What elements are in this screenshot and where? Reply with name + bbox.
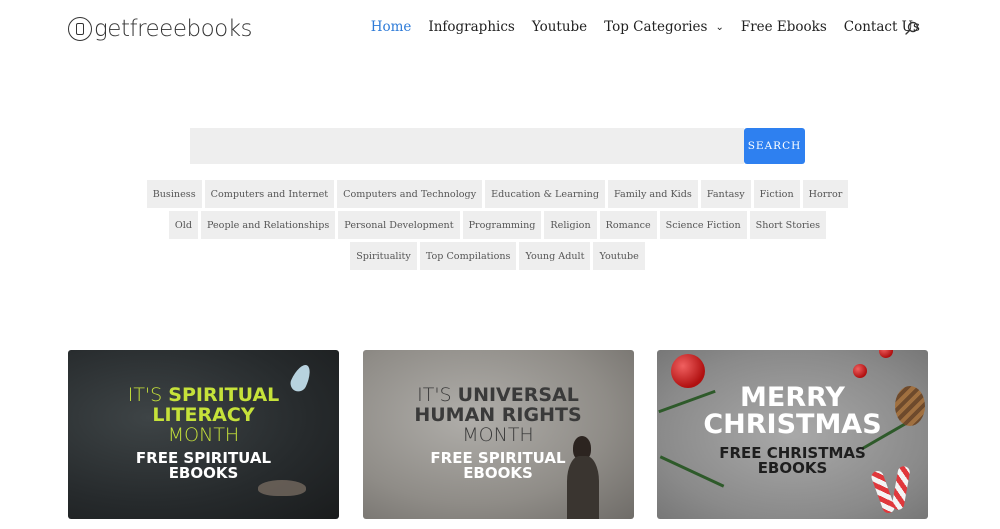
search-button[interactable]: SEARCH <box>744 128 805 164</box>
category-tag[interactable]: Fiction <box>753 180 800 208</box>
book-icon <box>68 17 92 41</box>
card-text-part: EBOOKS <box>757 459 828 477</box>
ornament-image <box>853 364 867 378</box>
tag-row: Spirituality Top Compilations Young Adult Y… <box>350 242 645 270</box>
nav-item-label: Youtube <box>531 19 588 35</box>
site-logo[interactable]: getfreeebooks <box>68 16 253 42</box>
site-header: getfreeebooks Home Infographics Youtube … <box>0 0 1000 58</box>
nav-item-label: Home <box>370 19 412 35</box>
card-text-part: EBOOKS <box>168 464 239 482</box>
main-nav: Home Infographics Youtube Top Categories… <box>354 19 920 35</box>
category-tag[interactable]: Computers and Technology <box>337 180 483 208</box>
card-text-part: EBOOKS <box>463 464 533 482</box>
category-tag[interactable]: Religion <box>544 211 597 239</box>
nav-item-label: Infographics <box>428 19 515 35</box>
card-text-line: HUMAN RIGHTS <box>363 406 634 425</box>
card-merry-christmas[interactable]: MERRY CHRISTMAS FREE CHRISTMAS EBOOKS <box>657 350 928 519</box>
card-universal-human-rights-month[interactable]: IT'S UNIVERSAL HUMAN RIGHTS MONTH FREE SPIR… <box>362 350 634 519</box>
card-text-line: EBOOKS <box>657 461 928 476</box>
category-tag[interactable]: Programming <box>462 211 542 239</box>
category-tag[interactable]: Young Adult <box>519 242 591 270</box>
search-form: SEARCH <box>190 128 805 164</box>
ornament-image <box>879 350 893 358</box>
card-text-line: MONTH <box>68 426 339 445</box>
card-spiritual-literacy-month[interactable]: IT'S SPIRITUAL LITERACY MONTH FREE SPIRITUA… <box>68 350 339 519</box>
category-tag[interactable]: Spirituality <box>350 242 417 270</box>
card-text-part: LITERACY <box>152 404 255 426</box>
card-text-line: IT'S SPIRITUAL <box>68 386 339 405</box>
category-tag[interactable]: Family and Kids <box>607 180 698 208</box>
ornament-image <box>671 354 705 388</box>
card-text-part: SPIRITUAL <box>168 384 280 406</box>
nav-item-label: Top Categories <box>604 19 708 35</box>
category-tag[interactable]: Old <box>168 211 198 239</box>
card-banner-text: IT'S UNIVERSAL HUMAN RIGHTS MONTH FREE SPIR… <box>363 386 634 481</box>
logo-text: getfreeebooks <box>94 16 253 42</box>
category-tag[interactable]: Business <box>146 180 202 208</box>
category-tag[interactable]: Horror <box>802 180 849 208</box>
category-tag[interactable]: Personal Development <box>338 211 460 239</box>
category-tag[interactable]: Education & Learning <box>485 180 605 208</box>
nav-item-label: Free Ebooks <box>740 19 827 35</box>
hand-image <box>258 480 306 496</box>
card-text-line: IT'S UNIVERSAL <box>363 386 634 405</box>
card-banner-text: IT'S SPIRITUAL LITERACY MONTH FREE SPIRITUA… <box>68 386 339 481</box>
candy-cane-image <box>869 469 897 515</box>
nav-item-free-ebooks[interactable]: Free Ebooks <box>741 19 827 35</box>
tag-row: Old People and Relationships Personal Deve… <box>168 211 827 239</box>
nav-item-infographics[interactable]: Infographics <box>428 19 514 35</box>
category-tag[interactable]: Romance <box>599 211 657 239</box>
tag-row: Business Computers and Internet Computers … <box>146 180 849 208</box>
featured-cards: IT'S SPIRITUAL LITERACY MONTH FREE SPIRITUA… <box>68 350 928 519</box>
chevron-down-icon: ⌄ <box>715 21 724 33</box>
search-input[interactable] <box>190 128 744 164</box>
card-text-line: LITERACY <box>68 406 339 425</box>
card-text-part: HUMAN RIGHTS <box>414 404 582 426</box>
card-banner-text: MERRY CHRISTMAS FREE CHRISTMAS EBOOKS <box>657 384 928 476</box>
nav-item-youtube[interactable]: Youtube <box>532 19 587 35</box>
card-text-part: MONTH <box>167 424 240 446</box>
card-text-line: EBOOKS <box>363 466 634 481</box>
category-tag[interactable]: Fantasy <box>700 180 751 208</box>
nav-item-home[interactable]: Home <box>371 19 412 35</box>
search-icon[interactable] <box>905 21 919 35</box>
category-tag[interactable]: Top Compilations <box>419 242 517 270</box>
card-text-part: IT'S <box>127 384 169 406</box>
nav-item-top-categories[interactable]: Top Categories ⌄ <box>604 19 724 35</box>
category-tag[interactable]: Youtube <box>593 242 645 270</box>
card-text-part: CHRISTMAS <box>703 409 882 440</box>
category-tags: Business Computers and Internet Computers … <box>146 180 849 270</box>
category-tag[interactable]: Science Fiction <box>659 211 747 239</box>
card-text-line: EBOOKS <box>68 466 339 481</box>
card-text-line: MONTH <box>363 426 634 445</box>
category-tag[interactable]: Short Stories <box>749 211 827 239</box>
category-tag[interactable]: Computers and Internet <box>204 180 335 208</box>
card-text-part: MONTH <box>462 424 534 446</box>
card-text-part: IT'S <box>417 384 458 406</box>
card-text-part: UNIVERSAL <box>457 384 579 406</box>
card-text-line: CHRISTMAS <box>657 411 928 438</box>
category-tag[interactable]: People and Relationships <box>200 211 336 239</box>
card-text-line: MERRY <box>657 384 928 411</box>
